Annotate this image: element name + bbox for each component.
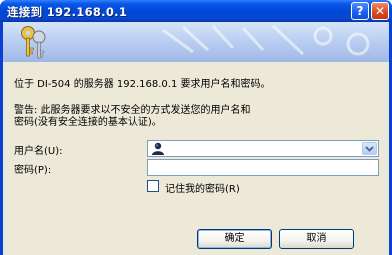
password-label: 密码(P): [14,165,52,176]
warning-message-line2: 密码(没有安全连接的基本认证)。 [14,117,162,128]
dialog-body: 位于 DI-504 的服务器 192.168.0.1 要求用户名和密码。 警告:… [3,22,389,255]
ok-button[interactable]: 确定 [197,229,272,249]
banner-decoration [162,24,370,56]
remember-password-label[interactable]: 记住我的密码(R) [165,180,240,195]
username-combobox[interactable] [147,140,379,157]
banner [3,22,389,62]
chevron-down-icon [365,146,374,152]
username-label: 用户名(U): [14,146,63,157]
username-dropdown-button[interactable] [362,142,377,155]
remember-password-checkbox[interactable] [147,180,159,192]
cancel-button[interactable]: 取消 [279,229,354,249]
server-message: 位于 DI-504 的服务器 192.168.0.1 要求用户名和密码。 [14,79,271,90]
keys-icon [21,26,46,59]
login-dialog: 连接到 192.168.0.1 ? ✕ 位于 DI-504 的服务器 192.1… [0,0,392,255]
window-title: 连接到 192.168.0.1 [7,5,128,19]
user-icon [152,142,164,155]
close-button[interactable]: ✕ [371,2,389,20]
help-button[interactable]: ? [351,2,369,20]
title-bar[interactable]: 连接到 192.168.0.1 ? ✕ [0,0,392,22]
password-field[interactable] [147,159,379,176]
